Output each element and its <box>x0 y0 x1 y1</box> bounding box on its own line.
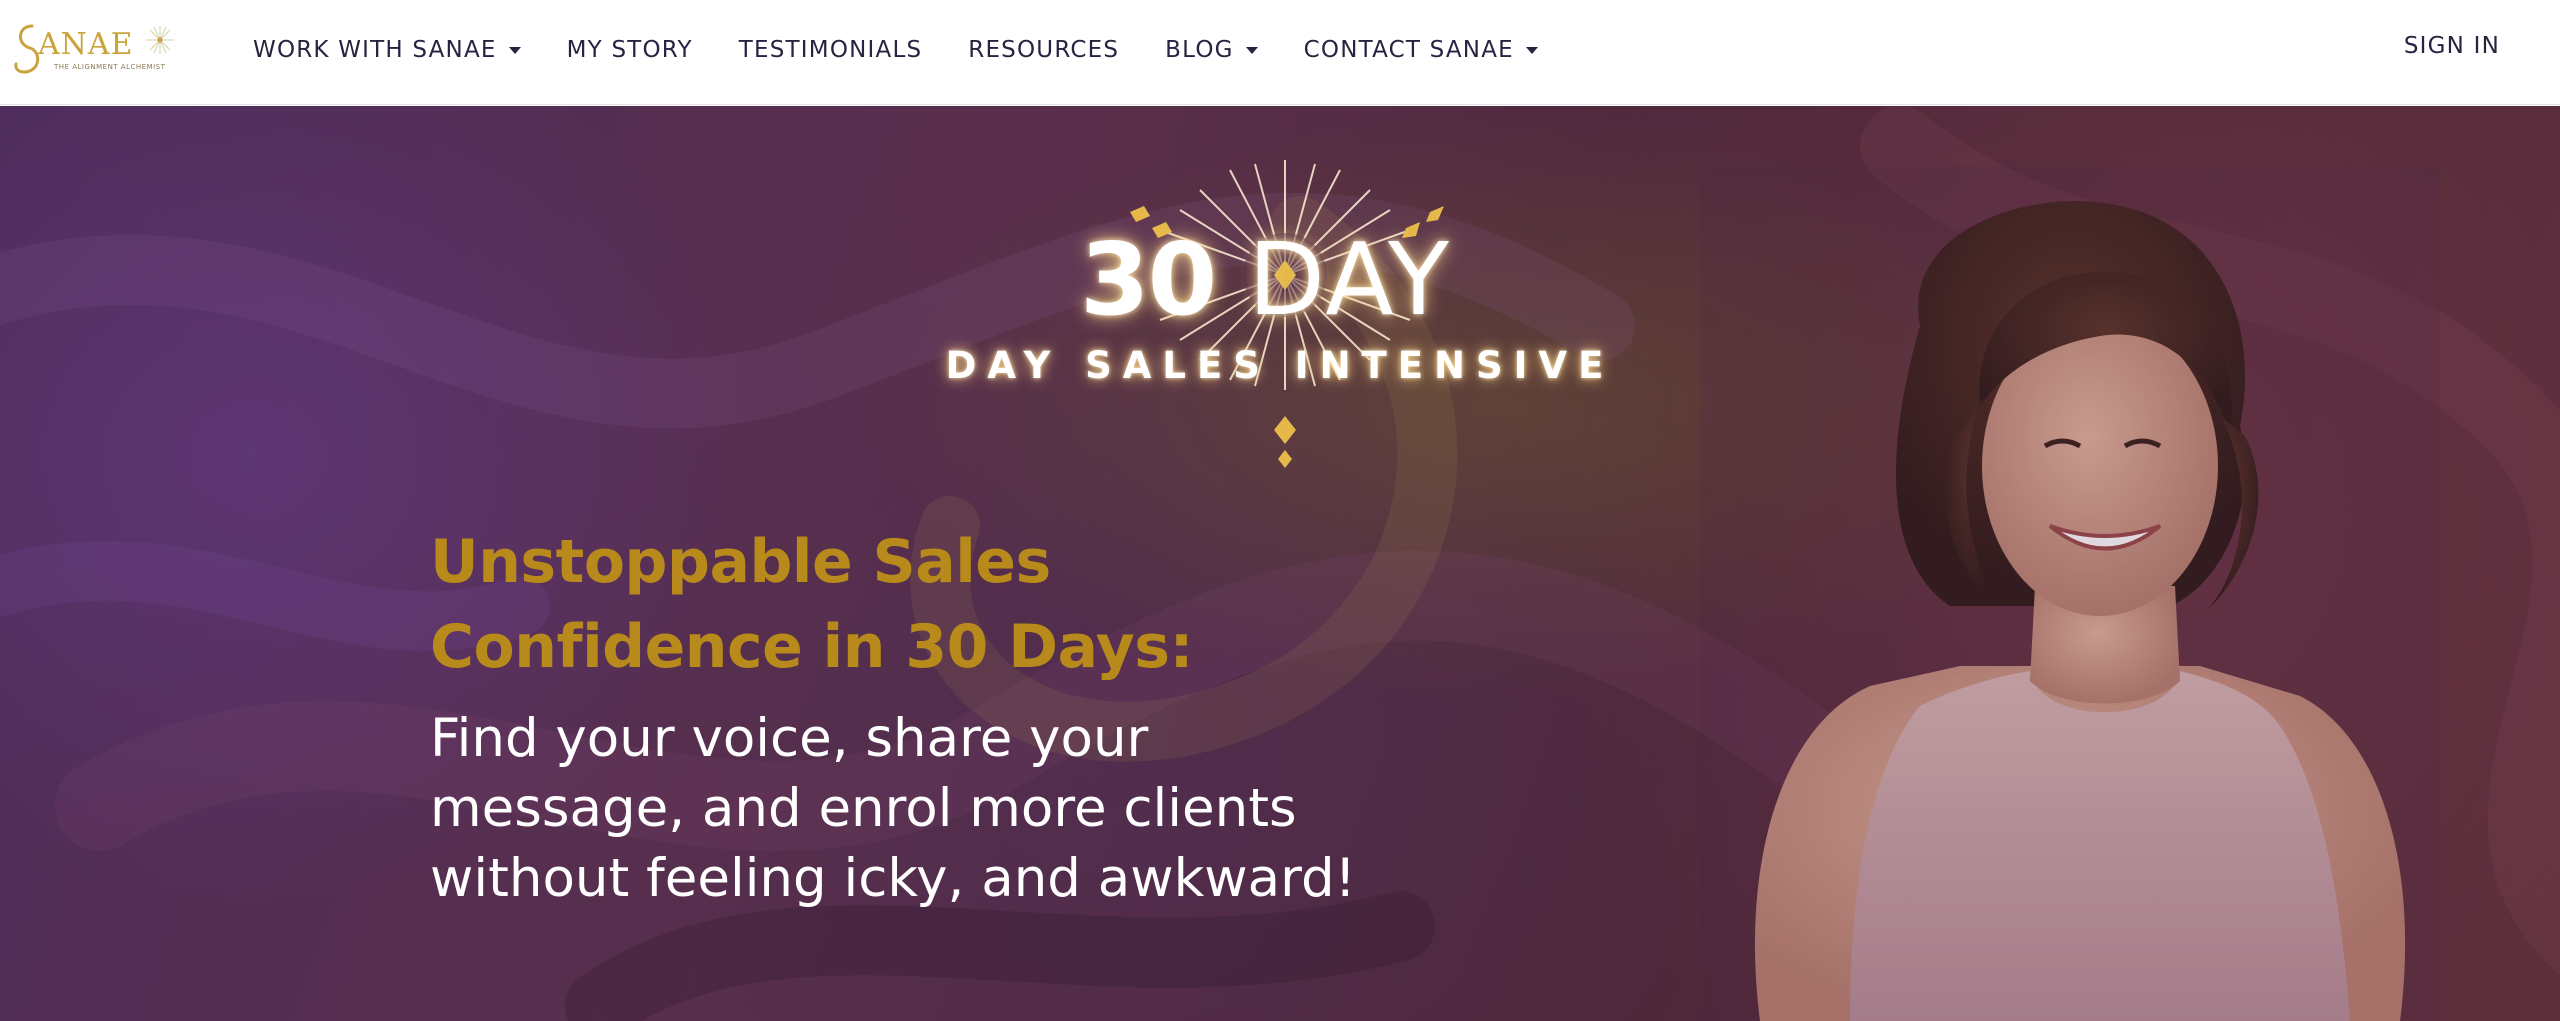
nav-blog[interactable]: BLOG <box>1165 37 1258 63</box>
smiling-woman-photo <box>1700 166 2440 1021</box>
hero-subheadline: Find your voice, share your message, and… <box>430 704 1430 914</box>
nav-work-with-sanae[interactable]: WORK WITH SANAE <box>253 37 521 63</box>
svg-text:ANAE: ANAE <box>37 27 133 62</box>
sanae-logo[interactable]: ANAE THE ALIGNMENT ALCHEMIST <box>12 16 182 82</box>
nav-label: CONTACT SANAE <box>1303 37 1514 63</box>
badge-number: 30 <box>1080 221 1217 338</box>
svg-text:THE ALIGNMENT ALCHEMIST: THE ALIGNMENT ALCHEMIST <box>53 63 166 71</box>
site-header: ANAE THE ALIGNMENT ALCHEMIST WORK WITH S… <box>0 0 2560 105</box>
nav-label: TESTIMONIALS <box>738 37 923 63</box>
chevron-down-icon <box>1525 46 1538 54</box>
sign-in-link[interactable]: SIGN IN <box>2404 0 2500 92</box>
chevron-down-icon <box>508 46 521 54</box>
subheadline-line: Find your voice, share your <box>430 708 1149 769</box>
chevron-down-icon <box>1245 46 1258 54</box>
subheadline-line: message, and enrol more clients <box>430 778 1297 839</box>
nav-label: BLOG <box>1165 37 1234 63</box>
subheadline-line: without feeling icky, and awkward! <box>430 848 1356 909</box>
badge-word: DAY <box>1248 221 1451 338</box>
headline-line: Confidence in 30 Days: <box>430 612 1193 682</box>
nav-my-story[interactable]: MY STORY <box>567 37 693 63</box>
main-nav: WORK WITH SANAE MY STORY TESTIMONIALS RE… <box>253 0 1584 100</box>
thirty-day-badge: 30 DAY DAY SALES INTENSIVE <box>930 150 1630 480</box>
badge-subtitle: DAY SALES INTENSIVE <box>945 344 1615 387</box>
headline-line: Unstoppable Sales <box>430 527 1051 597</box>
nav-label: MY STORY <box>566 37 693 63</box>
nav-testimonials[interactable]: TESTIMONIALS <box>739 37 923 63</box>
hero-headline: Unstoppable Sales Confidence in 30 Days: <box>430 520 1330 690</box>
logo-mark: ANAE THE ALIGNMENT ALCHEMIST <box>14 24 174 74</box>
nav-label: RESOURCES <box>968 37 1120 63</box>
nav-resources[interactable]: RESOURCES <box>968 37 1119 63</box>
nav-label: WORK WITH SANAE <box>253 37 497 63</box>
nav-contact-sanae[interactable]: CONTACT SANAE <box>1304 37 1538 63</box>
hero-section: 30 DAY DAY SALES INTENSIVE Unstoppable S… <box>0 106 2560 1021</box>
